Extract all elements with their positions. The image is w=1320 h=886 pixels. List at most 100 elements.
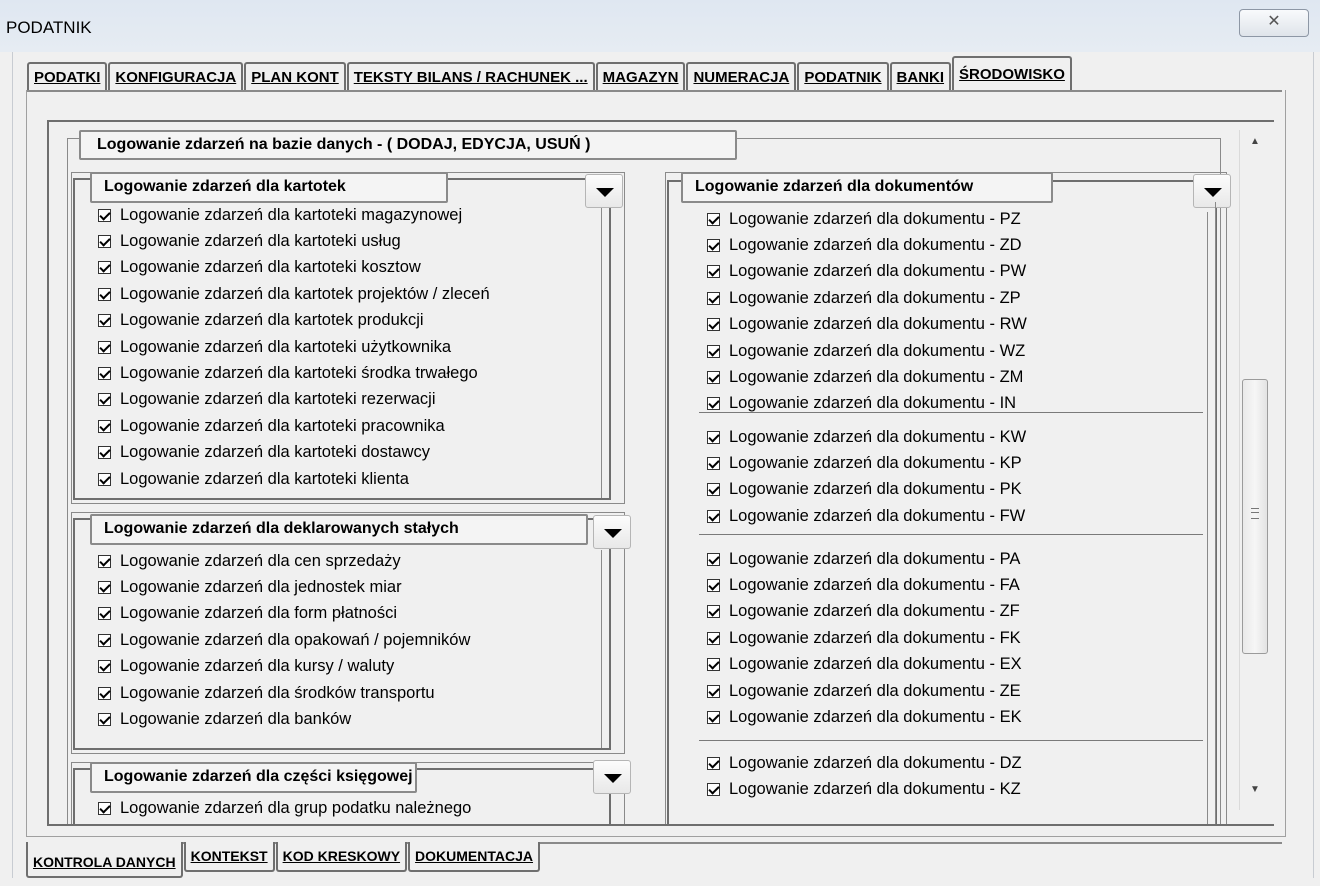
checkbox-row[interactable]: Logowanie zdarzeń dla dokumentu - RW — [707, 312, 1027, 338]
ksiegowe-dropdown-button[interactable] — [593, 760, 631, 794]
checkbox-checked-icon[interactable] — [707, 756, 720, 770]
close-button[interactable]: ✕ — [1239, 9, 1309, 37]
scroll-up-arrow-icon[interactable]: ▲ — [1240, 132, 1270, 152]
checkbox-checked-icon[interactable] — [98, 235, 111, 249]
checkbox-checked-icon[interactable] — [98, 607, 111, 621]
checkbox-checked-icon[interactable] — [707, 371, 720, 385]
tab-podatnik[interactable]: PODATNIK — [797, 62, 889, 92]
checkbox-row[interactable]: Logowanie zdarzeń dla banków — [98, 706, 470, 732]
stale-dropdown-button[interactable] — [593, 515, 631, 549]
checkbox-row[interactable]: Logowanie zdarzeń dla kartoteki kosztow — [98, 255, 490, 281]
checkbox-row[interactable]: Logowanie zdarzeń dla kartoteki rezerwac… — [98, 387, 490, 413]
scrollbar-thumb[interactable] — [1242, 379, 1268, 654]
checkbox-checked-icon[interactable] — [707, 579, 720, 593]
checkbox-checked-icon[interactable] — [707, 291, 720, 305]
checkbox-checked-icon[interactable] — [98, 367, 111, 381]
checkbox-checked-icon[interactable] — [98, 446, 111, 460]
checkbox-checked-icon[interactable] — [98, 581, 111, 595]
tab-podatki[interactable]: PODATKI — [27, 62, 108, 92]
checkbox-row[interactable]: Logowanie zdarzeń dla kartoteki pracowni… — [98, 413, 490, 439]
checkbox-row[interactable]: Logowanie zdarzeń dla dokumentu - FK — [707, 625, 1022, 651]
tab-plan-kont[interactable]: PLAN KONT — [244, 62, 346, 92]
checkbox-row[interactable]: Logowanie zdarzeń dla dokumentu - EK — [707, 704, 1022, 730]
checkbox-row[interactable]: Logowanie zdarzeń dla dokumentu - WZ — [707, 338, 1027, 364]
checkbox-row[interactable]: Logowanie zdarzeń dla dokumentu - PK — [707, 477, 1026, 503]
checkbox-row[interactable]: Logowanie zdarzeń dla opakowań / pojemni… — [98, 627, 470, 653]
checkbox-row[interactable]: Logowanie zdarzeń dla form płatności — [98, 601, 470, 627]
checkbox-row[interactable]: Logowanie zdarzeń dla grup podatku należ… — [98, 795, 471, 821]
checkbox-row[interactable]: Logowanie zdarzeń dla dokumentu - ZP — [707, 285, 1027, 311]
tab-banki[interactable]: BANKI — [889, 62, 952, 92]
checkbox-row[interactable]: Logowanie zdarzeń dla kartoteki usług — [98, 228, 490, 254]
checkbox-checked-icon[interactable] — [707, 212, 720, 226]
tab-kontrola-danych[interactable]: KONTROLA DANYCH — [26, 842, 183, 878]
checkbox-row[interactable]: Logowanie zdarzeń dla dokumentu - ZF — [707, 599, 1022, 625]
checkbox-checked-icon[interactable] — [98, 208, 111, 222]
checkbox-row[interactable]: Logowanie zdarzeń dla kartotek projektów… — [98, 281, 490, 307]
checkbox-checked-icon[interactable] — [707, 457, 720, 471]
checkbox-checked-icon[interactable] — [98, 314, 111, 328]
tab-dokumentacja[interactable]: DOKUMENTACJA — [408, 842, 541, 872]
tab-kontekst[interactable]: KONTEKST — [183, 842, 275, 872]
checkbox-row[interactable]: Logowanie zdarzeń dla kartoteki dostawcy — [98, 440, 490, 466]
checkbox-checked-icon[interactable] — [707, 318, 720, 332]
checkbox-checked-icon[interactable] — [98, 554, 111, 568]
checkbox-checked-icon[interactable] — [98, 472, 111, 486]
checkbox-row[interactable]: Logowanie zdarzeń dla dokumentu - PZ — [707, 206, 1027, 232]
checkbox-row[interactable]: Logowanie zdarzeń dla dokumentu - ZD — [707, 232, 1027, 258]
checkbox-row[interactable]: Logowanie zdarzeń dla jednostek miar — [98, 574, 470, 600]
checkbox-row[interactable]: Logowanie zdarzeń dla kartoteki magazyno… — [98, 202, 490, 228]
checkbox-row[interactable]: Logowanie zdarzeń dla dokumentu - FA — [707, 572, 1022, 598]
checkbox-checked-icon[interactable] — [98, 633, 111, 647]
checkbox-checked-icon[interactable] — [707, 552, 720, 566]
checkbox-row[interactable]: Logowanie zdarzeń dla kartoteki klienta — [98, 466, 490, 492]
tab-magazyn[interactable]: MAGAZYN — [595, 62, 686, 92]
checkbox-row[interactable]: Logowanie zdarzeń dla dokumentu - PW — [707, 259, 1027, 285]
checkbox-checked-icon[interactable] — [707, 783, 720, 797]
checkbox-checked-icon[interactable] — [707, 509, 720, 523]
checkbox-checked-icon[interactable] — [707, 430, 720, 444]
checkbox-checked-icon[interactable] — [707, 605, 720, 619]
checkbox-checked-icon[interactable] — [707, 684, 720, 698]
checkbox-checked-icon[interactable] — [707, 631, 720, 645]
checkbox-checked-icon[interactable] — [98, 686, 111, 700]
checkbox-checked-icon[interactable] — [707, 711, 720, 725]
checkbox-row[interactable]: Logowanie zdarzeń dla dokumentu - EX — [707, 652, 1022, 678]
tab-srodowisko[interactable]: ŚRODOWISKO — [952, 56, 1072, 92]
checkbox-checked-icon[interactable] — [98, 801, 111, 815]
checkbox-checked-icon[interactable] — [707, 344, 720, 358]
tab-numeracja[interactable]: NUMERACJA — [686, 62, 797, 92]
checkbox-checked-icon[interactable] — [98, 261, 111, 275]
checkbox-row[interactable]: Logowanie zdarzeń dla kursy / waluty — [98, 654, 470, 680]
checkbox-row[interactable]: Logowanie zdarzeń dla środków transportu — [98, 680, 470, 706]
checkbox-checked-icon[interactable] — [707, 658, 720, 672]
checkbox-row[interactable]: Logowanie zdarzeń dla dokumentu - PA — [707, 546, 1022, 572]
checkbox-row[interactable]: Logowanie zdarzeń dla dokumentu - KW — [707, 424, 1026, 450]
checkbox-row[interactable]: Logowanie zdarzeń dla kartoteki środka t… — [98, 360, 490, 386]
checkbox-row[interactable]: Logowanie zdarzeń dla cen sprzedaży — [98, 548, 470, 574]
checkbox-row[interactable]: Logowanie zdarzeń dla dokumentu - KZ — [707, 776, 1022, 802]
checkbox-checked-icon[interactable] — [98, 393, 111, 407]
checkbox-row[interactable]: Logowanie zdarzeń dla dokumentu - FW — [707, 503, 1026, 529]
scroll-down-arrow-icon[interactable]: ▼ — [1240, 780, 1270, 800]
checkbox-row[interactable]: Logowanie zdarzeń dla dokumentu - KP — [707, 450, 1026, 476]
checkbox-checked-icon[interactable] — [707, 265, 720, 279]
checkbox-checked-icon[interactable] — [98, 713, 111, 727]
checkbox-checked-icon[interactable] — [707, 397, 720, 411]
checkbox-row[interactable]: Logowanie zdarzeń dla dokumentu - IN — [707, 391, 1027, 417]
dokumenty-dropdown-button[interactable] — [1193, 174, 1231, 208]
tab-konfiguracja[interactable]: KONFIGURACJA — [108, 62, 244, 92]
checkbox-row[interactable]: Logowanie zdarzeń dla dokumentu - DZ — [707, 750, 1022, 776]
checkbox-row[interactable]: Logowanie zdarzeń dla kartoteki użytkown… — [98, 334, 490, 360]
tab-kod-kreskowy[interactable]: KOD KRESKOWY — [275, 842, 408, 872]
vertical-scrollbar[interactable]: ▲ ▼ — [1239, 130, 1270, 810]
tab-teksty-bilans-rachunek[interactable]: TEKSTY BILANS / RACHUNEK ... — [346, 62, 595, 92]
checkbox-checked-icon[interactable] — [98, 419, 111, 433]
checkbox-checked-icon[interactable] — [98, 660, 111, 674]
checkbox-checked-icon[interactable] — [98, 340, 111, 354]
checkbox-row[interactable]: Logowanie zdarzeń dla kartotek produkcji — [98, 308, 490, 334]
checkbox-checked-icon[interactable] — [707, 483, 720, 497]
checkbox-checked-icon[interactable] — [98, 287, 111, 301]
checkbox-row[interactable]: Logowanie zdarzeń dla dokumentu - ZE — [707, 678, 1022, 704]
checkbox-row[interactable]: Logowanie zdarzeń dla dokumentu - ZM — [707, 364, 1027, 390]
